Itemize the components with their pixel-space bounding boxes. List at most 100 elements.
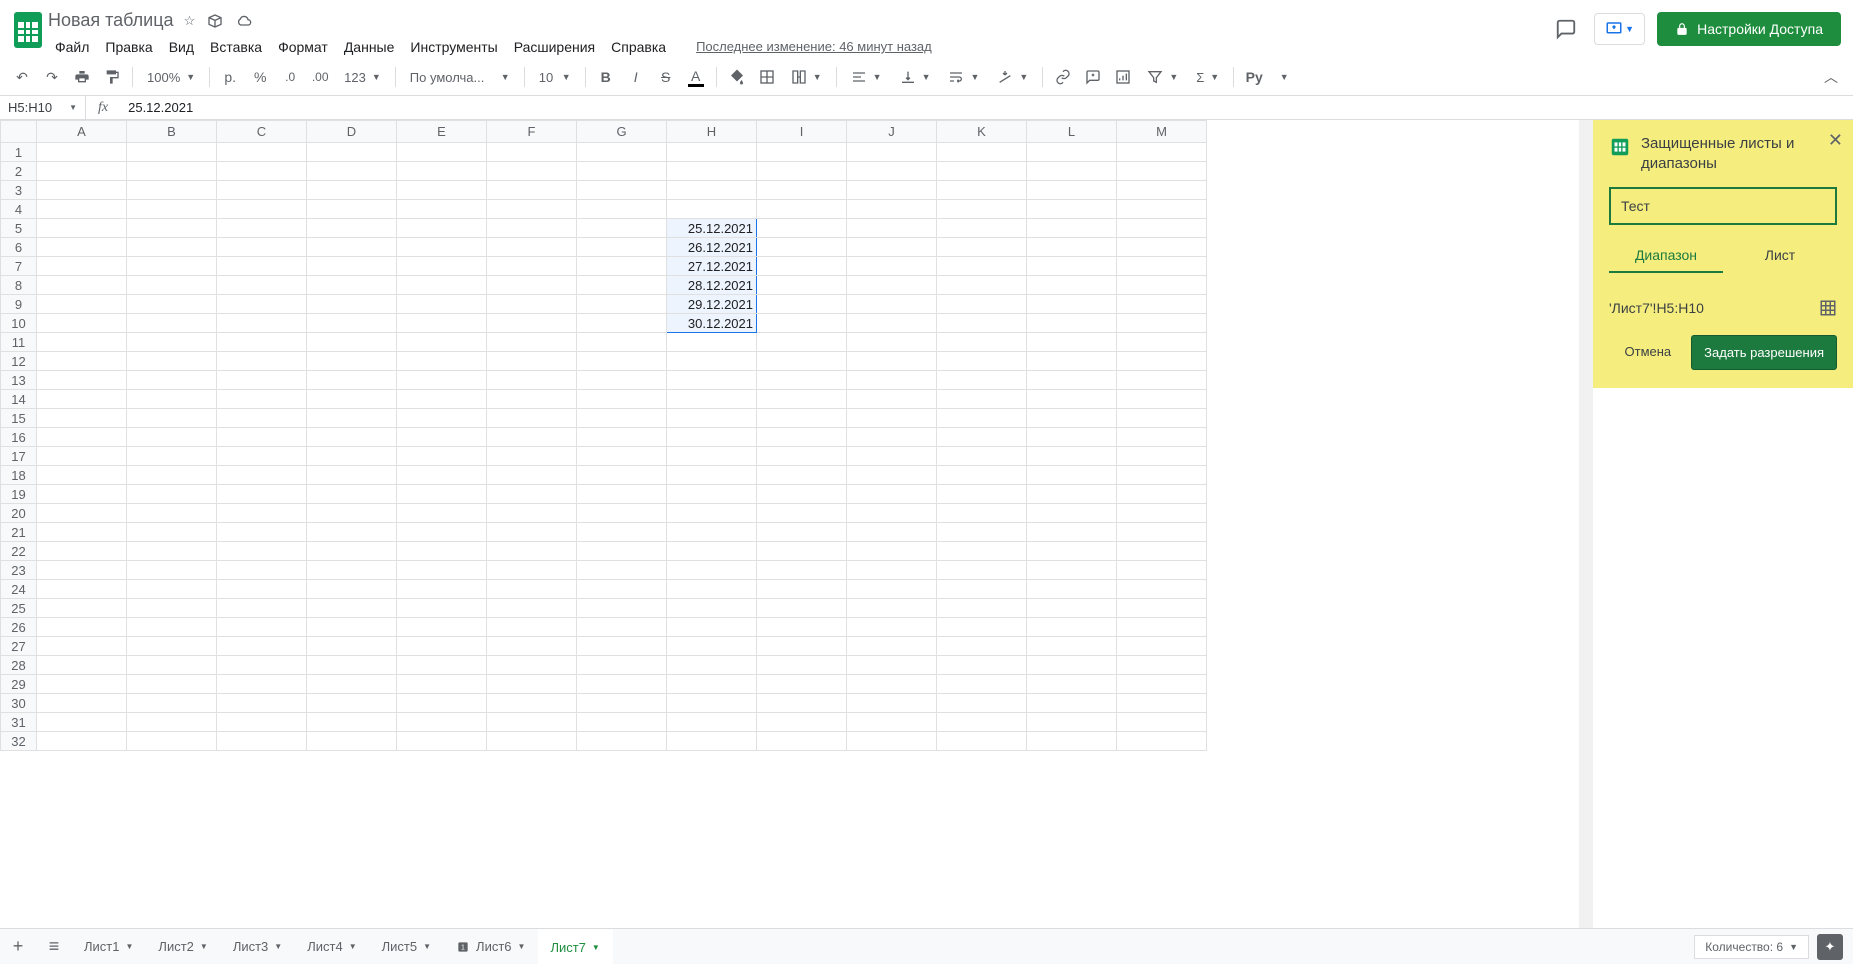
cell-G9[interactable] [577,295,667,314]
cell-J7[interactable] [847,257,937,276]
cell-I7[interactable] [757,257,847,276]
cell-F21[interactable] [487,523,577,542]
cell-G11[interactable] [577,333,667,352]
row-header-21[interactable]: 21 [1,523,37,542]
cell-B20[interactable] [127,504,217,523]
cell-F29[interactable] [487,675,577,694]
cell-H15[interactable] [667,409,757,428]
cell-B29[interactable] [127,675,217,694]
cell-B8[interactable] [127,276,217,295]
cell-F16[interactable] [487,428,577,447]
sheet-tab-Лист2[interactable]: Лист2▼ [146,929,220,964]
cell-J2[interactable] [847,162,937,181]
cell-C15[interactable] [217,409,307,428]
cell-B2[interactable] [127,162,217,181]
cell-C23[interactable] [217,561,307,580]
cell-M10[interactable] [1117,314,1207,333]
cell-C7[interactable] [217,257,307,276]
cell-F2[interactable] [487,162,577,181]
cell-E22[interactable] [397,542,487,561]
cell-J18[interactable] [847,466,937,485]
cell-G21[interactable] [577,523,667,542]
cell-C30[interactable] [217,694,307,713]
cell-K14[interactable] [937,390,1027,409]
cell-H2[interactable] [667,162,757,181]
cell-H18[interactable] [667,466,757,485]
cell-I18[interactable] [757,466,847,485]
cell-F14[interactable] [487,390,577,409]
rotate-icon[interactable]: ▼ [989,63,1036,91]
cell-E31[interactable] [397,713,487,732]
cell-H19[interactable] [667,485,757,504]
cell-A19[interactable] [37,485,127,504]
cell-G15[interactable] [577,409,667,428]
cell-A1[interactable] [37,143,127,162]
cell-B14[interactable] [127,390,217,409]
cell-E1[interactable] [397,143,487,162]
cell-B32[interactable] [127,732,217,751]
cell-K16[interactable] [937,428,1027,447]
cell-D8[interactable] [307,276,397,295]
more-toolbar-icon[interactable]: ▼ [1270,63,1298,91]
cell-M19[interactable] [1117,485,1207,504]
cell-M3[interactable] [1117,181,1207,200]
cell-I17[interactable] [757,447,847,466]
cell-C20[interactable] [217,504,307,523]
cell-I22[interactable] [757,542,847,561]
cell-G20[interactable] [577,504,667,523]
row-header-31[interactable]: 31 [1,713,37,732]
cell-H32[interactable] [667,732,757,751]
cell-H23[interactable] [667,561,757,580]
row-header-29[interactable]: 29 [1,675,37,694]
cell-E13[interactable] [397,371,487,390]
cell-K7[interactable] [937,257,1027,276]
cell-A13[interactable] [37,371,127,390]
last-edit-link[interactable]: Последнее изменение: 46 минут назад [689,35,939,59]
cell-C25[interactable] [217,599,307,618]
cell-G10[interactable] [577,314,667,333]
cell-F12[interactable] [487,352,577,371]
row-header-32[interactable]: 32 [1,732,37,751]
cell-J19[interactable] [847,485,937,504]
cell-B10[interactable] [127,314,217,333]
cell-G31[interactable] [577,713,667,732]
cell-H22[interactable] [667,542,757,561]
menu-extensions[interactable]: Расширения [507,35,602,59]
select-range-icon[interactable] [1819,299,1837,317]
cell-G23[interactable] [577,561,667,580]
cell-E11[interactable] [397,333,487,352]
cell-E25[interactable] [397,599,487,618]
cell-L22[interactable] [1027,542,1117,561]
column-header-K[interactable]: K [937,121,1027,143]
cell-I15[interactable] [757,409,847,428]
cell-D17[interactable] [307,447,397,466]
cell-F26[interactable] [487,618,577,637]
cell-A7[interactable] [37,257,127,276]
cell-B9[interactable] [127,295,217,314]
functions-icon[interactable]: Σ▼ [1188,63,1227,91]
cell-J22[interactable] [847,542,937,561]
cell-A11[interactable] [37,333,127,352]
cell-A16[interactable] [37,428,127,447]
cell-M31[interactable] [1117,713,1207,732]
cell-G13[interactable] [577,371,667,390]
cell-B15[interactable] [127,409,217,428]
cell-C31[interactable] [217,713,307,732]
cell-C18[interactable] [217,466,307,485]
share-button[interactable]: Настройки Доступа [1657,12,1841,46]
row-header-14[interactable]: 14 [1,390,37,409]
bold-icon[interactable]: B [592,63,620,91]
cell-K26[interactable] [937,618,1027,637]
cell-J5[interactable] [847,219,937,238]
cell-D5[interactable] [307,219,397,238]
vertical-scrollbar[interactable] [1579,120,1593,936]
cell-L15[interactable] [1027,409,1117,428]
cell-G5[interactable] [577,219,667,238]
cell-J32[interactable] [847,732,937,751]
cell-A23[interactable] [37,561,127,580]
cell-J16[interactable] [847,428,937,447]
wrap-icon[interactable]: ▼ [940,63,987,91]
menu-data[interactable]: Данные [337,35,402,59]
cell-L31[interactable] [1027,713,1117,732]
cell-A15[interactable] [37,409,127,428]
